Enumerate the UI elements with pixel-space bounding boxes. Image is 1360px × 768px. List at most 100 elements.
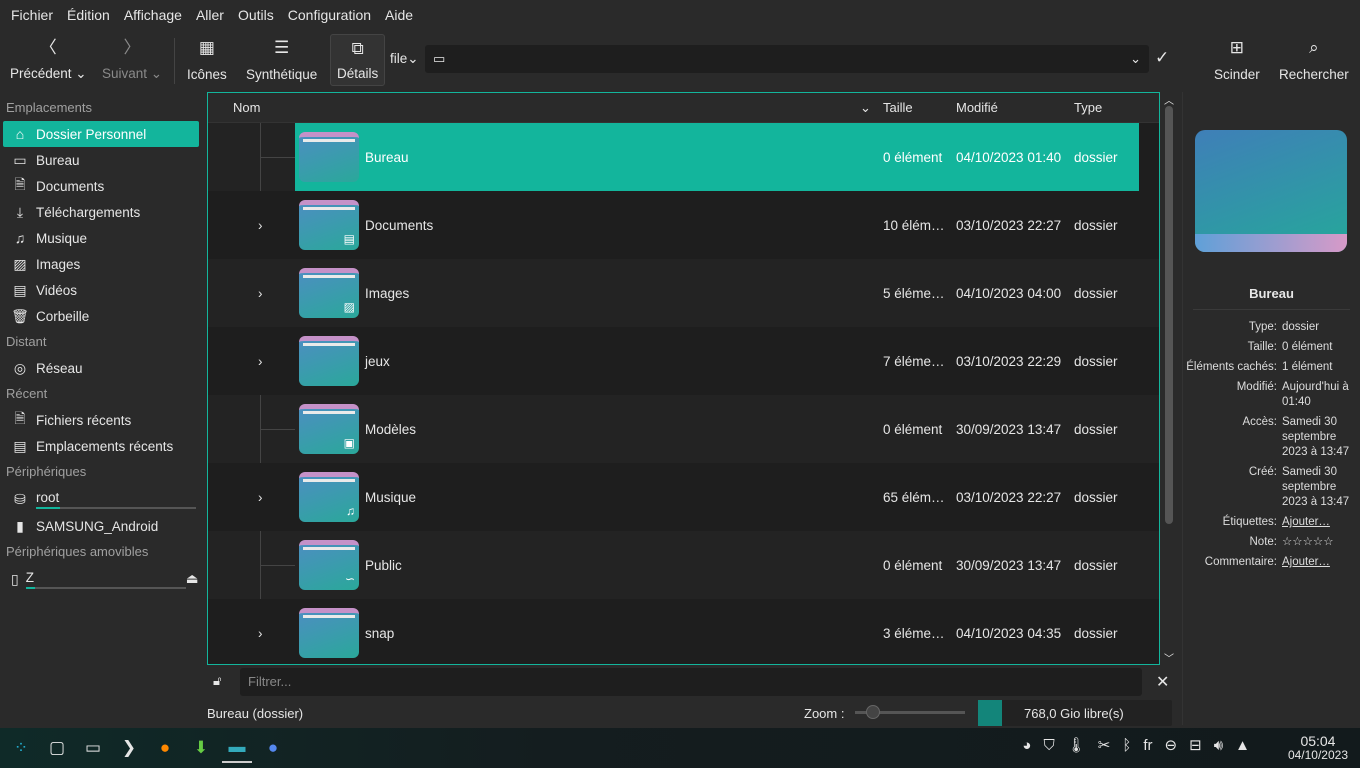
file-row[interactable]: ▣ Modèles 0 élément 30/09/2023 13:47 dos… <box>208 395 1159 463</box>
file-row[interactable]: › ♫ Musique 65 élém… 03/10/2023 22:27 do… <box>208 463 1159 531</box>
place-label: Fichiers récents <box>36 412 132 428</box>
divider <box>1193 309 1350 310</box>
keyboard-layout[interactable]: fr <box>1143 737 1152 754</box>
info-fields: Type: dossier Taille: 0 élément Éléments cac… <box>1183 320 1360 510</box>
scissors-icon[interactable]: ✂ <box>1098 736 1111 754</box>
file-type: dossier <box>1074 285 1118 301</box>
place-item[interactable]: 🗎 Fichiers récents <box>3 407 199 433</box>
place-label: Z <box>25 570 186 589</box>
tray-expand-icon[interactable]: ▲ <box>1235 737 1250 754</box>
app-launcher-icon[interactable]: ⁘ <box>6 733 36 763</box>
window-switcher-icon[interactable]: ▭ <box>78 733 108 763</box>
file-modified: 03/10/2023 22:27 <box>956 489 1062 505</box>
close-filter-icon[interactable]: ✕ <box>1156 672 1169 692</box>
place-item[interactable]: ▯ Z ⏏ <box>3 565 199 593</box>
expand-chevron-icon[interactable]: › <box>258 218 263 233</box>
chevron-down-icon[interactable]: ⌄ <box>1130 51 1141 67</box>
menu-5[interactable]: Configuration <box>281 7 378 23</box>
shield-icon[interactable]: ⛉ <box>1043 737 1054 754</box>
folder-icon: ▭ <box>433 51 446 66</box>
scroll-up-icon[interactable]: ︿ <box>1161 92 1177 107</box>
split-button[interactable]: ⊞ Scinder <box>1208 34 1266 86</box>
place-item[interactable]: ◎ Réseau <box>3 355 199 381</box>
volume-icon[interactable]: 🔊︎ <box>1214 737 1223 754</box>
menu-3[interactable]: Aller <box>189 7 231 23</box>
forward-button[interactable]: 〉 Suivant ⌄ <box>96 34 168 86</box>
free-space-indicator[interactable]: 768,0 Gio libre(s) <box>978 700 1172 726</box>
file-row[interactable]: ∽ Public 0 élément 30/09/2023 13:47 doss… <box>208 531 1159 599</box>
location-bar[interactable]: ▭ ⌄ <box>425 45 1149 73</box>
eject-icon[interactable]: ⏏ <box>186 571 199 587</box>
place-item[interactable]: ⛁ root <box>3 485 199 513</box>
info-key: Taille: <box>1247 341 1277 353</box>
place-item[interactable]: ▭ Bureau <box>3 147 199 173</box>
place-item[interactable]: ▮ SAMSUNG_Android <box>3 513 199 539</box>
bluetooth-icon[interactable]: ᛒ <box>1122 737 1131 754</box>
back-button[interactable]: 〈 Précédent ⌄ <box>4 34 93 86</box>
menu-4[interactable]: Outils <box>231 7 281 23</box>
file-row[interactable]: › snap 3 éléme… 04/10/2023 04:35 dossier <box>208 599 1159 664</box>
show-desktop-icon[interactable]: ▢ <box>42 733 72 763</box>
expand-chevron-icon[interactable]: › <box>258 626 263 641</box>
place-item[interactable]: 🗑 Corbeille <box>3 303 199 329</box>
place-item[interactable]: ⤓ Téléchargements <box>3 199 199 225</box>
zoom-slider[interactable] <box>855 705 965 719</box>
sort-chevron-icon[interactable]: ⌄ <box>860 100 871 116</box>
file-row[interactable]: › jeux 7 éléme… 03/10/2023 22:29 dossier <box>208 327 1159 395</box>
download-manager-icon[interactable]: ⬇ <box>186 733 216 763</box>
protocol-selector[interactable]: file⌄ <box>390 51 419 67</box>
scroll-down-icon[interactable]: ﹀ <box>1161 650 1177 665</box>
terminal-icon[interactable]: ❯ <box>114 733 144 763</box>
scrollbar[interactable]: ︿ ﹀ <box>1161 92 1177 665</box>
file-type: dossier <box>1074 489 1118 505</box>
expand-chevron-icon[interactable]: › <box>258 354 263 369</box>
view-compact-button[interactable]: ☰ Synthétique <box>240 34 323 86</box>
expand-chevron-icon[interactable]: › <box>258 490 263 505</box>
place-item[interactable]: ▤ Vidéos <box>3 277 199 303</box>
place-icon: ⤓ <box>16 203 24 220</box>
file-size: 65 élém… <box>883 489 945 505</box>
filter-input[interactable]: Filtrer... <box>240 668 1142 696</box>
file-type: dossier <box>1074 421 1118 437</box>
menu-6[interactable]: Aide <box>378 7 420 23</box>
column-size[interactable]: Taille <box>883 100 913 115</box>
place-item[interactable]: ▤ Emplacements récents <box>3 433 199 459</box>
menu-2[interactable]: Affichage <box>117 7 189 23</box>
thermometer-icon[interactable]: 🌡︎ <box>1067 736 1086 754</box>
place-item[interactable]: ♫ Musique <box>3 225 199 251</box>
place-label: Bureau <box>36 152 80 168</box>
usb-icon[interactable]: ⊖ <box>1165 736 1178 754</box>
file-type: dossier <box>1074 625 1118 641</box>
network-icon[interactable]: ⊟ <box>1189 736 1202 754</box>
view-icons-button[interactable]: ▦ Icônes <box>181 34 233 86</box>
search-button[interactable]: ⌕ Rechercher <box>1273 34 1355 86</box>
discord-tray-icon[interactable]: ◕ <box>1022 737 1031 754</box>
dolphin-icon[interactable]: ▬ <box>222 733 252 763</box>
place-item[interactable]: ⌂ Dossier Personnel <box>3 121 199 147</box>
menu-0[interactable]: Fichier <box>4 7 60 23</box>
file-name: Images <box>365 285 410 301</box>
place-item[interactable]: 🗎 Documents <box>3 173 199 199</box>
firefox-icon[interactable]: ● <box>150 733 180 763</box>
file-row[interactable]: Bureau 0 élément 04/10/2023 01:40 dossie… <box>208 123 1159 191</box>
file-row[interactable]: › ▤ Documents 10 élém… 03/10/2023 22:27 … <box>208 191 1159 259</box>
confirm-location-icon[interactable]: ✓ <box>1155 48 1169 68</box>
rating-stars[interactable]: ☆☆☆☆☆ <box>1282 535 1352 550</box>
add-comment-link[interactable]: Ajouter… <box>1282 555 1352 570</box>
menu-1[interactable]: Édition <box>60 7 117 23</box>
clock[interactable]: 05:04 04/10/2023 <box>1288 734 1348 762</box>
view-details-button[interactable]: ⧉ Détails <box>330 34 386 86</box>
zoom-slider-handle[interactable] <box>866 705 880 719</box>
places-panel: Emplacements ⌂ Dossier Personnel ▭ Bureau 🗎 Do… <box>0 95 202 725</box>
column-modified[interactable]: Modifié <box>956 100 998 115</box>
file-row[interactable]: › ▨ Images 5 éléme… 04/10/2023 04:00 dos… <box>208 259 1159 327</box>
lock-icon[interactable]: 🔓︎ <box>213 673 221 689</box>
expand-chevron-icon[interactable]: › <box>258 286 263 301</box>
scrollbar-thumb[interactable] <box>1165 106 1173 524</box>
folder-icon: ▨ <box>299 268 359 318</box>
column-name[interactable]: Nom <box>233 100 260 115</box>
column-type[interactable]: Type <box>1074 100 1102 115</box>
place-item[interactable]: ▨ Images <box>3 251 199 277</box>
discord-icon[interactable]: ● <box>258 733 288 763</box>
add-tags-link[interactable]: Ajouter… <box>1282 515 1352 530</box>
